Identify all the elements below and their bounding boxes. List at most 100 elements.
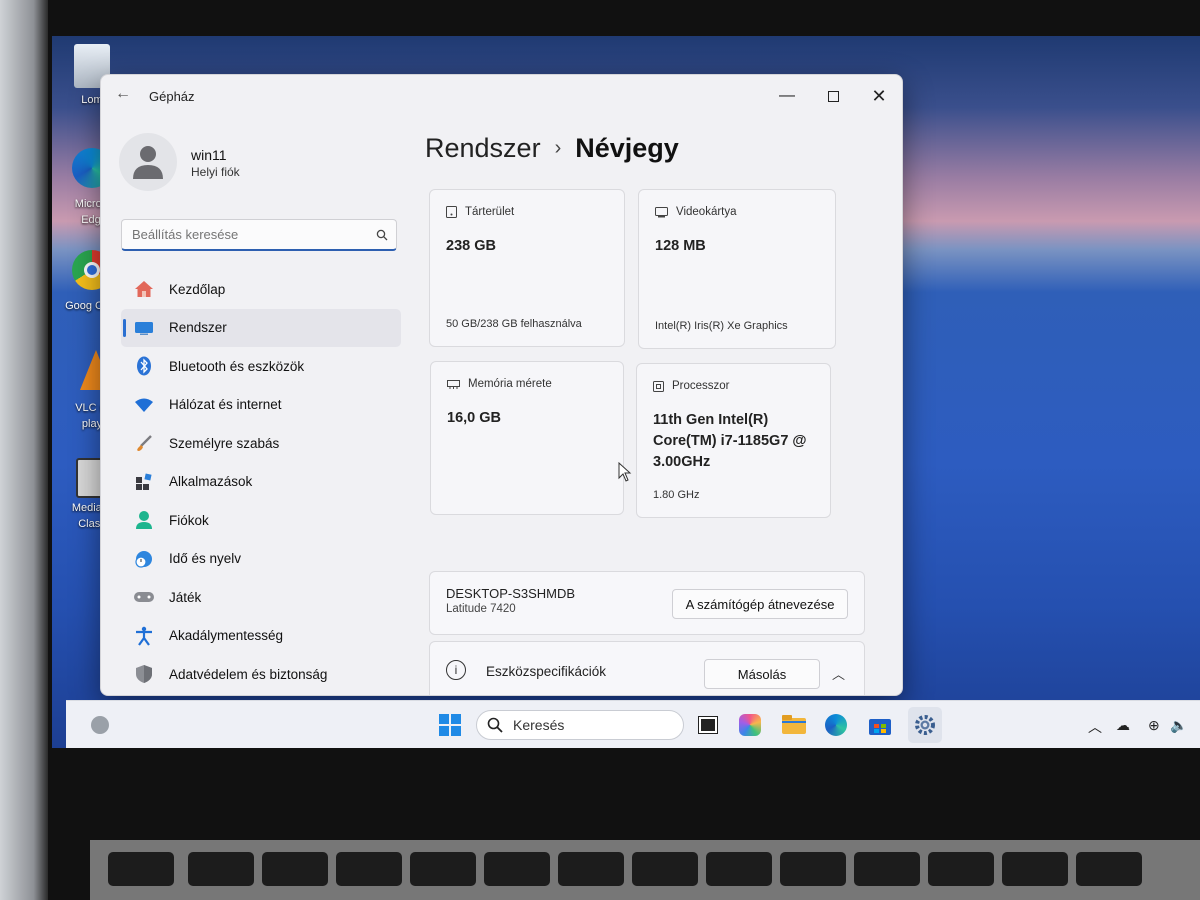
sidebar-item-label: Hálózat és internet xyxy=(169,397,282,413)
gpu-icon xyxy=(655,206,668,217)
sidebar-item-gaming[interactable]: Játék xyxy=(121,578,401,617)
sidebar-item-time-language[interactable]: Idő és nyelv xyxy=(121,540,401,579)
cpu-card: Processzor 11th Gen Intel(R) Core(TM) i7… xyxy=(636,363,831,518)
settings-search[interactable] xyxy=(121,219,397,251)
storage-value: 238 GB xyxy=(446,238,496,254)
store-icon[interactable] xyxy=(866,711,894,739)
keyboard-key xyxy=(1002,852,1068,886)
keyboard-key xyxy=(928,852,994,886)
shield-icon xyxy=(133,663,155,685)
chevron-up-icon[interactable]: ︿ xyxy=(832,664,845,683)
sidebar-item-apps[interactable]: Alkalmazások xyxy=(121,463,401,502)
widgets-icon[interactable] xyxy=(86,711,114,739)
clock-globe-icon xyxy=(133,548,155,570)
user-name: win11 xyxy=(191,147,227,163)
taskbar-search-label: Keresés xyxy=(513,717,565,733)
gamepad-icon xyxy=(133,586,155,608)
sidebar-item-accounts[interactable]: Fiókok xyxy=(121,501,401,540)
memory-icon xyxy=(447,379,460,389)
rename-pc-button[interactable]: A számítógép átnevezése xyxy=(672,589,848,619)
keyboard-key xyxy=(558,852,624,886)
cpu-base-speed: 1.80 GHz xyxy=(653,489,700,501)
volume-icon[interactable]: 🔈 xyxy=(1170,717,1187,734)
device-name-row: DESKTOP-S3SHMDB Latitude 7420 A számítóg… xyxy=(429,571,865,635)
storage-icon xyxy=(446,206,457,218)
mouse-cursor-icon xyxy=(618,462,632,482)
keyboard-key xyxy=(780,852,846,886)
copilot-icon[interactable] xyxy=(736,711,764,739)
cpu-title: Processzor xyxy=(672,380,730,392)
keyboard-key xyxy=(108,852,174,886)
laptop-edge xyxy=(0,0,48,900)
brush-icon xyxy=(133,432,155,454)
close-button[interactable]: ✕ xyxy=(865,83,893,109)
breadcrumb-separator: › xyxy=(554,137,562,159)
minimize-button[interactable]: — xyxy=(773,83,801,109)
account-card[interactable]: win11 Helyi fiók xyxy=(119,133,389,193)
sidebar-item-label: Személyre szabás xyxy=(169,435,280,451)
sidebar-item-label: Kezdőlap xyxy=(169,281,226,297)
keyboard-key xyxy=(484,852,550,886)
cpu-icon xyxy=(653,380,664,392)
device-name: DESKTOP-S3SHMDB xyxy=(446,586,576,601)
search-input[interactable] xyxy=(132,227,362,242)
sidebar-item-system[interactable]: Rendszer xyxy=(121,308,401,347)
title-bar: ← Gépház — ✕ xyxy=(101,75,902,117)
sidebar-item-network[interactable]: Hálózat és internet xyxy=(121,386,401,425)
person-icon xyxy=(133,146,163,179)
sidebar-nav: Kezdőlap Rendszer Bluetooth és eszközök … xyxy=(121,270,401,694)
taskbar-search[interactable]: Keresés xyxy=(476,710,684,740)
sidebar-item-label: Alkalmazások xyxy=(169,474,253,490)
storage-card-header: Tárterület xyxy=(446,206,514,218)
breadcrumb-parent[interactable]: Rendszer xyxy=(425,133,541,164)
maximize-button[interactable] xyxy=(819,83,847,109)
sidebar-item-label: Játék xyxy=(169,589,202,605)
taskbar: Keresés ︿ ☁ ⊕ 🔈 xyxy=(66,700,1200,748)
sidebar-item-privacy[interactable]: Adatvédelem és biztonság xyxy=(121,655,401,694)
display-icon xyxy=(133,317,155,339)
settings-taskbar-icon[interactable] xyxy=(908,707,942,743)
sidebar-item-label: Bluetooth és eszközök xyxy=(169,358,305,374)
memory-value: 16,0 GB xyxy=(447,410,501,426)
network-icon[interactable]: ⊕ xyxy=(1148,717,1160,734)
onedrive-icon[interactable]: ☁ xyxy=(1116,717,1130,734)
chevron-up-icon[interactable]: ︿ xyxy=(1088,717,1102,737)
cpu-card-header: Processzor xyxy=(653,380,730,392)
sidebar-item-label: Akadálymentesség xyxy=(169,628,284,644)
copy-button[interactable]: Másolás xyxy=(704,659,820,689)
sidebar-item-home[interactable]: Kezdőlap xyxy=(121,270,401,309)
device-specs-row[interactable]: i Eszközspecifikációk Másolás ︿ xyxy=(429,641,865,695)
sidebar-item-label: Adatvédelem és biztonság xyxy=(169,666,328,682)
sidebar-item-accessibility[interactable]: Akadálymentesség xyxy=(121,617,401,656)
device-model: Latitude 7420 xyxy=(446,603,516,615)
gpu-card: Videokártya 128 MB Intel(R) Iris(R) Xe G… xyxy=(638,189,836,349)
gpu-title: Videokártya xyxy=(676,206,737,218)
keyboard-key xyxy=(188,852,254,886)
edge-taskbar-icon[interactable] xyxy=(822,711,850,739)
keyboard-key xyxy=(632,852,698,886)
back-arrow-icon[interactable]: ← xyxy=(115,85,131,103)
memory-title: Memória mérete xyxy=(468,378,552,390)
keyboard-key xyxy=(262,852,328,886)
file-explorer-icon[interactable] xyxy=(780,711,808,739)
search-icon xyxy=(376,229,388,240)
accessibility-icon xyxy=(133,625,155,647)
sidebar-item-personalization[interactable]: Személyre szabás xyxy=(121,424,401,463)
sidebar-item-label: Idő és nyelv xyxy=(169,551,242,567)
gpu-card-header: Videokártya xyxy=(655,206,737,218)
sidebar-item-label: Fiókok xyxy=(169,512,209,528)
keyboard-key xyxy=(854,852,920,886)
settings-window: ← Gépház — ✕ win11 Helyi fiók Kezdőlap R… xyxy=(100,74,903,696)
gpu-value: 128 MB xyxy=(655,238,706,254)
sidebar-item-label: Rendszer xyxy=(169,320,227,336)
task-view-icon[interactable] xyxy=(694,711,722,739)
storage-usage: 50 GB/238 GB felhasználva xyxy=(446,318,582,330)
keyboard-key xyxy=(706,852,772,886)
search-icon xyxy=(487,717,503,733)
sidebar-item-bluetooth[interactable]: Bluetooth és eszközök xyxy=(121,347,401,386)
storage-title: Tárterület xyxy=(465,206,515,218)
cpu-value-line: Core(TM) i7-1185G7 @ xyxy=(653,433,807,449)
person-icon xyxy=(133,509,155,531)
start-button[interactable] xyxy=(436,711,464,739)
breadcrumb: Rendszer › Névjegy xyxy=(425,133,679,164)
